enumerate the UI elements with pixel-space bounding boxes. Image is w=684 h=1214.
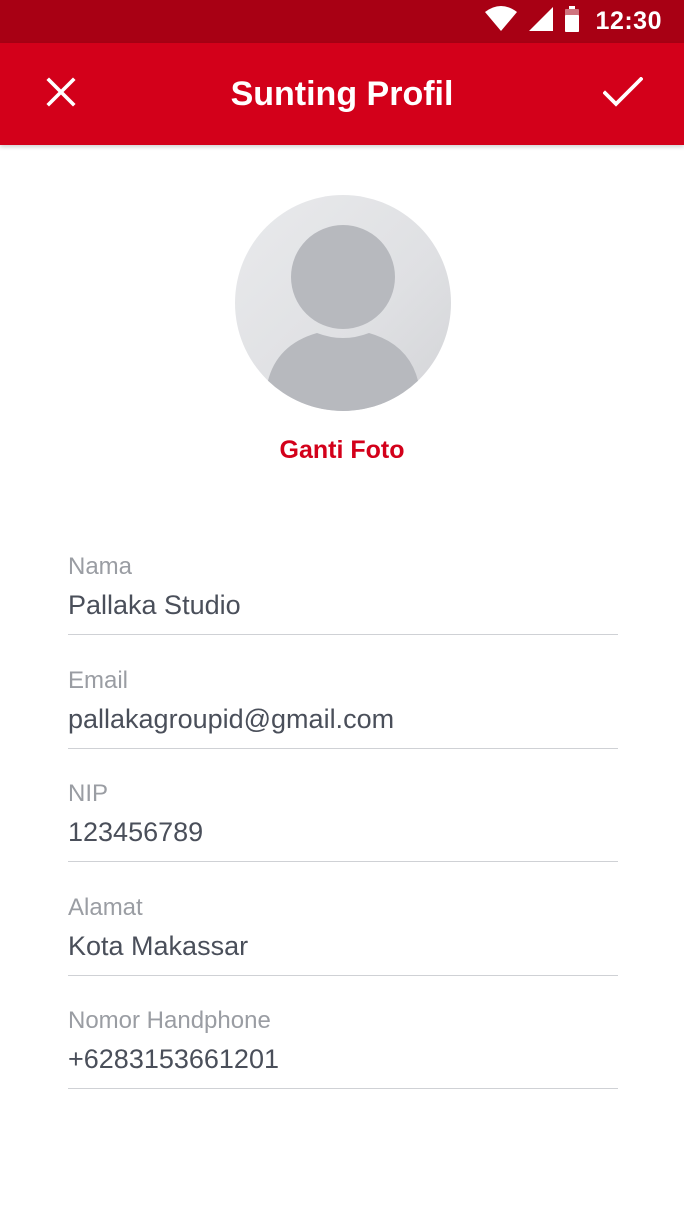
close-button[interactable] bbox=[30, 63, 92, 125]
nip-field[interactable]: NIP bbox=[68, 780, 618, 862]
page-title: Sunting Profil bbox=[230, 74, 454, 113]
default-avatar-icon bbox=[235, 225, 451, 411]
email-field[interactable]: Email bbox=[68, 667, 618, 749]
status-icons: 12:30 bbox=[484, 0, 662, 43]
name-input[interactable] bbox=[68, 590, 618, 621]
battery-icon bbox=[564, 6, 580, 37]
phone-field[interactable]: Nomor Handphone bbox=[68, 1007, 618, 1089]
signal-icon bbox=[528, 6, 554, 37]
change-photo-button[interactable]: Ganti Foto bbox=[0, 436, 684, 465]
email-input[interactable] bbox=[68, 704, 618, 735]
save-button[interactable] bbox=[592, 63, 654, 125]
check-icon bbox=[602, 75, 644, 112]
name-label: Nama bbox=[68, 553, 133, 580]
phone-input[interactable] bbox=[68, 1044, 618, 1075]
email-label: Email bbox=[68, 667, 129, 694]
phone-label: Nomor Handphone bbox=[68, 1007, 271, 1034]
address-label: Alamat bbox=[68, 894, 143, 921]
close-icon bbox=[46, 76, 76, 112]
status-time: 12:30 bbox=[595, 7, 662, 35]
status-bar: 12:30 bbox=[0, 0, 684, 43]
avatar[interactable] bbox=[235, 195, 451, 411]
nip-input[interactable] bbox=[68, 817, 618, 848]
nip-label: NIP bbox=[68, 780, 109, 807]
app-bar: Sunting Profil bbox=[0, 43, 684, 145]
wifi-icon bbox=[484, 6, 518, 37]
address-field[interactable]: Alamat bbox=[68, 894, 618, 976]
name-field[interactable]: Nama bbox=[68, 553, 618, 635]
address-input[interactable] bbox=[68, 931, 618, 962]
